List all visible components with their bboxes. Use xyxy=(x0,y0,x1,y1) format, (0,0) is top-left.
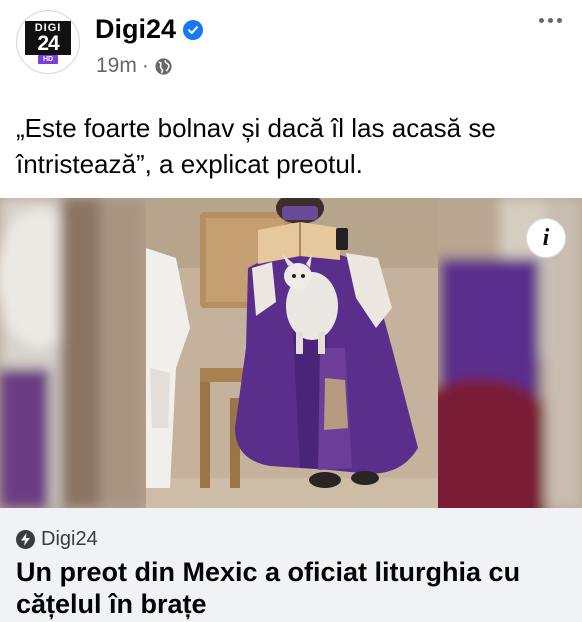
globe-icon xyxy=(154,57,173,76)
meta-separator: · xyxy=(141,54,149,77)
digi24-logo: DIGI 24 HD xyxy=(25,19,71,65)
post-timestamp[interactable]: 19m xyxy=(96,54,137,78)
post-meta: 19m · xyxy=(96,54,173,78)
logo-hd-badge: HD xyxy=(38,55,58,64)
page-avatar[interactable]: DIGI 24 HD xyxy=(16,10,80,74)
post-caption: „Este foarte bolnav și dacă îl las acasă… xyxy=(16,113,496,179)
priest-with-dog-image xyxy=(0,198,582,508)
verified-badge-icon xyxy=(183,19,204,40)
logo-number: 24 xyxy=(25,33,71,55)
info-icon[interactable]: i xyxy=(526,218,566,258)
page-name-row: Digi24 xyxy=(95,14,204,45)
link-source: Digi24 xyxy=(16,528,98,551)
source-name: Digi24 xyxy=(41,528,98,550)
post-photo[interactable]: i xyxy=(0,198,582,508)
page-name-link[interactable]: Digi24 xyxy=(95,14,176,45)
link-preview[interactable]: Digi24 Un preot din Mexic a oficiat litu… xyxy=(0,508,582,622)
post-header: DIGI 24 HD Digi24 19m · xyxy=(0,0,582,100)
more-options-icon[interactable] xyxy=(539,18,562,23)
link-headline[interactable]: Un preot din Mexic a oficiat liturghia c… xyxy=(16,556,572,620)
bolt-icon xyxy=(16,530,35,549)
